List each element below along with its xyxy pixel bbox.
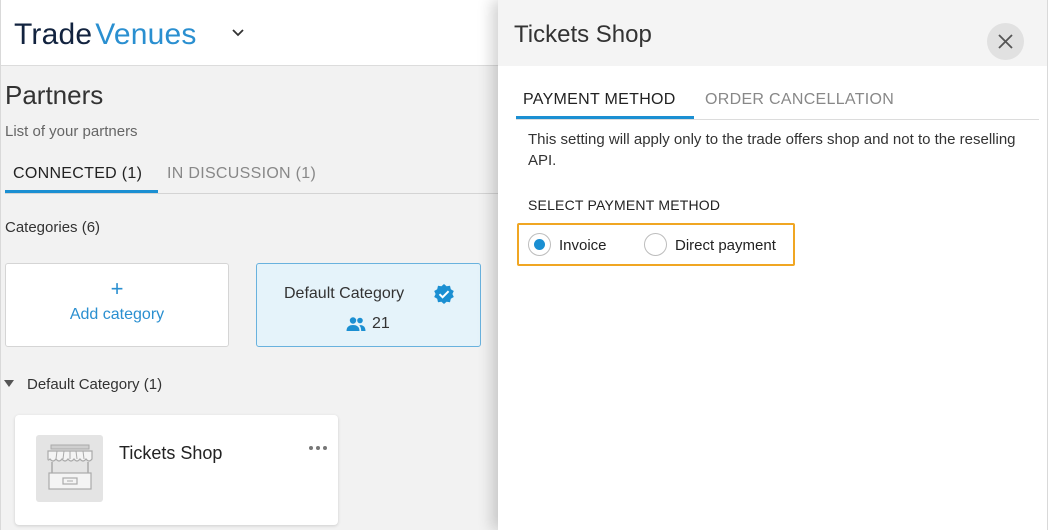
category-name: Default Category [284, 285, 405, 302]
tab-payment-method[interactable]: PAYMENT METHOD [523, 91, 676, 109]
close-icon [998, 34, 1013, 49]
more-icon[interactable] [307, 443, 329, 453]
partners-page: Trade Venues Partners List of your partne… [0, 0, 501, 530]
add-category-card[interactable]: + Add category [5, 263, 229, 347]
partner-name: Tickets Shop [119, 443, 223, 463]
verified-badge-icon [434, 284, 454, 304]
drawer-header: Tickets Shop [498, 0, 1047, 66]
info-text: This setting will apply only to the trad… [528, 131, 1016, 169]
payment-method-radio-group: Invoice Direct payment [517, 223, 795, 266]
categories-label: Categories (6) [5, 219, 101, 236]
category-group-label[interactable]: Default Category (1) [27, 376, 162, 393]
chevron-down-icon[interactable] [229, 24, 247, 42]
drawer-title: Tickets Shop [514, 21, 652, 48]
page-title: Partners [5, 80, 104, 110]
tradevenues-logo[interactable]: Trade Venues [14, 18, 197, 52]
partner-tabs: CONNECTED (1) IN DISCUSSION (1) [5, 160, 501, 194]
direct-payment-radio[interactable] [644, 233, 667, 256]
category-member-count: 21 [372, 315, 390, 332]
people-icon [346, 317, 366, 331]
default-category-card[interactable]: Default Category 21 [256, 263, 481, 347]
shop-icon [47, 444, 93, 490]
tab-active-indicator [516, 116, 694, 119]
shop-thumbnail [36, 435, 103, 502]
tab-active-indicator [5, 190, 158, 193]
close-button[interactable] [987, 23, 1024, 60]
tab-order-cancellation[interactable]: ORDER CANCELLATION [705, 91, 894, 109]
drawer-tabs: PAYMENT METHOD ORDER CANCELLATION [516, 84, 1039, 120]
page-subtitle: List of your partners [5, 123, 138, 140]
logo-venues: Venues [95, 18, 197, 51]
add-category-label: Add category [69, 306, 165, 323]
direct-payment-radio-label[interactable]: Direct payment [675, 237, 776, 254]
partner-card[interactable]: Tickets Shop [15, 415, 338, 525]
invoice-radio[interactable] [528, 233, 551, 256]
tab-connected[interactable]: CONNECTED (1) [13, 165, 142, 183]
section-label: SELECT PAYMENT METHOD [528, 197, 721, 213]
logo-trade: Trade [14, 18, 93, 51]
partner-settings-drawer: Tickets Shop PAYMENT METHOD ORDER CANCEL… [498, 0, 1048, 530]
caret-down-icon[interactable] [4, 380, 14, 388]
tab-in-discussion[interactable]: IN DISCUSSION (1) [167, 165, 316, 183]
plus-icon: + [110, 276, 124, 301]
top-bar: Trade Venues [1, 0, 501, 66]
invoice-radio-label[interactable]: Invoice [559, 237, 607, 254]
